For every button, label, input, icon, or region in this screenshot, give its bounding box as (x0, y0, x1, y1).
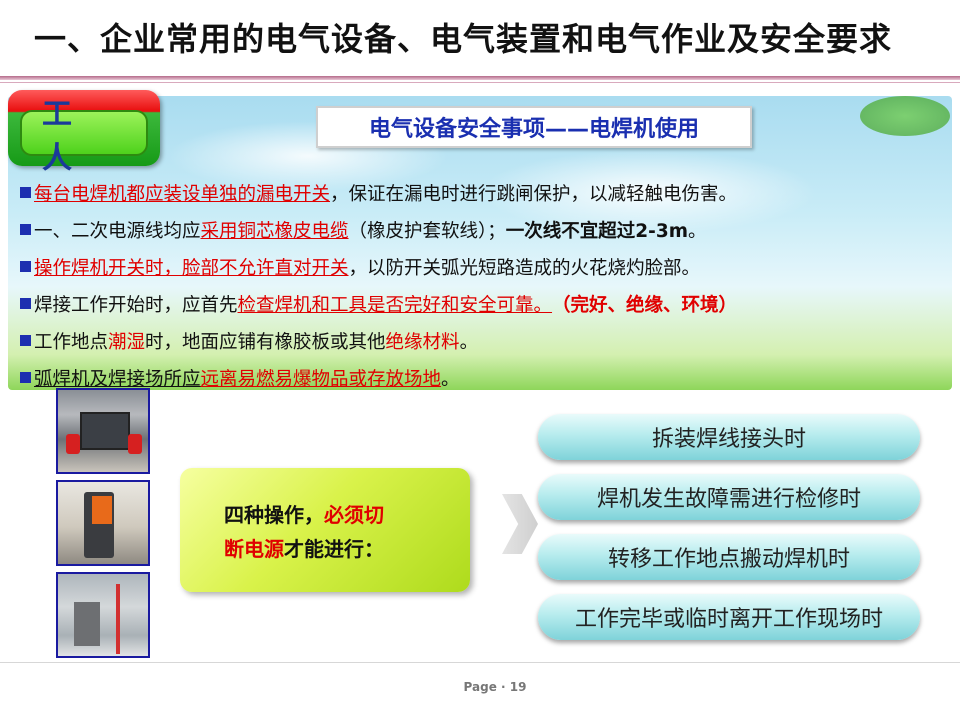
safety-bullet-list: 每台电焊机都应装设单独的漏电开关 ，保证在漏电时进行跳闸保护，以减轻触电伤害。 一、… (20, 174, 950, 396)
callout-line2-suffix: 才能进行： (284, 537, 384, 561)
bullet-text-segment: 操作焊机开关时，脸部不允许直对开关 (34, 257, 349, 279)
safety-bullet: 一、二次电源线均应 采用铜芯橡皮电缆 （橡皮护套软线）； 一次线不宜超过2-3m。 (20, 211, 950, 248)
bullet-text-segment: 焊接工作开始时，应首先 (34, 294, 238, 316)
bullet-text-segment: 每台电焊机都应装设单独的漏电开关 (34, 183, 331, 205)
operation-item: 拆装焊线接头时 (538, 414, 920, 460)
bullet-text-segment: 采用铜芯橡皮电缆 (200, 220, 349, 242)
footer-divider (0, 662, 960, 663)
bullet-text-segment: 远离易燃易爆物品或存放场地 (200, 368, 442, 390)
bullet-square-icon (20, 335, 31, 346)
callout-line1-prefix: 四种操作， (224, 503, 324, 527)
bullet-text-segment: 一、二次电源线均应 (34, 220, 201, 242)
bullet-text-segment: 绝缘材料 (385, 331, 460, 353)
welding-machine-photo (56, 388, 150, 474)
welder-unit-photo (56, 480, 150, 566)
operation-item: 工作完毕或临时离开工作现场时 (538, 594, 920, 640)
bullet-text-segment: 。 (441, 368, 460, 390)
section-subtitle: 电气设备安全事项——电焊机使用 (316, 106, 752, 148)
operation-item: 焊机发生故障需进行检修时 (538, 474, 920, 520)
worker-badge-inner: 工 人 (20, 97, 148, 176)
bullet-square-icon (20, 261, 31, 272)
bullet-text-segment: 时，地面应铺有橡胶板或其他 (145, 331, 386, 353)
operation-item: 转移工作地点搬动焊机时 (538, 534, 920, 580)
bullet-text-segment: 一次线不宜超过2-3m (505, 220, 688, 242)
bullet-text-segment: （橡皮护套软线）； (348, 220, 506, 242)
bullet-text-segment: 检查焊机和工具是否完好和安全可靠。 (237, 294, 553, 316)
safety-bullet: 弧焊机及焊接场所应 远离易燃易爆物品或存放场地。 (20, 359, 950, 396)
welder-panel-shape (92, 496, 112, 524)
safety-bullet: 工作地点 潮湿 时，地面应铺有橡胶板或其他 绝缘材料。 (20, 322, 950, 359)
equipment-shape (74, 602, 100, 646)
page-title: 一、企业常用的电气设备、电气装置和电气作业及安全要求 (34, 20, 893, 58)
worker-badge: 工 人 (8, 90, 160, 176)
red-socket-shape (128, 434, 142, 454)
bullet-square-icon (20, 224, 31, 235)
bullet-text-segment: 潮湿 (108, 331, 146, 353)
workshop-photo (56, 572, 150, 658)
bullet-square-icon (20, 372, 31, 383)
bullet-text-segment: 弧焊机及焊接场所应 (34, 368, 201, 390)
bullet-text-segment: ，保证在漏电时进行跳闸保护，以减轻触电伤害。 (330, 183, 738, 205)
bullet-text-segment: 。 (688, 220, 707, 242)
safety-bullet: 操作焊机开关时，脸部不允许直对开关 ，以防开关弧光短路造成的火花烧灼脸部。 (20, 248, 950, 285)
callout-text: 四种操作，必须切 断电源才能进行： (224, 498, 444, 566)
bullet-square-icon (20, 187, 31, 198)
safety-bullet: 每台电焊机都应装设单独的漏电开关 ，保证在漏电时进行跳闸保护，以减轻触电伤害。 (20, 174, 950, 211)
bullet-text-segment: 。 (459, 331, 479, 353)
callout-box: 四种操作，必须切 断电源才能进行： (180, 468, 470, 592)
chevron-right-icon (502, 494, 538, 554)
title-divider-thin (0, 82, 960, 83)
control-panel-shape (80, 412, 130, 450)
callout-line1-red: 必须切 (324, 503, 384, 527)
safety-bullet: 焊接工作开始时，应首先 检查焊机和工具是否完好和安全可靠。 （完好、绝缘、环境） (20, 285, 950, 322)
bullet-square-icon (20, 298, 31, 309)
bullet-text-segment: ，以防开关弧光短路造成的火花烧灼脸部。 (348, 257, 701, 279)
pole-shape (116, 584, 120, 654)
worker-badge-label: 工 人 (42, 97, 98, 176)
bullet-text-segment: （完好、绝缘、环境） (552, 294, 738, 316)
leaf-decoration (860, 96, 950, 136)
bullet-text-segment: 工作地点 (34, 331, 109, 353)
title-divider (0, 76, 960, 80)
page-number: Page · 19 (463, 680, 527, 694)
callout-line2-red: 断电源 (224, 537, 284, 561)
red-socket-shape (66, 434, 80, 454)
